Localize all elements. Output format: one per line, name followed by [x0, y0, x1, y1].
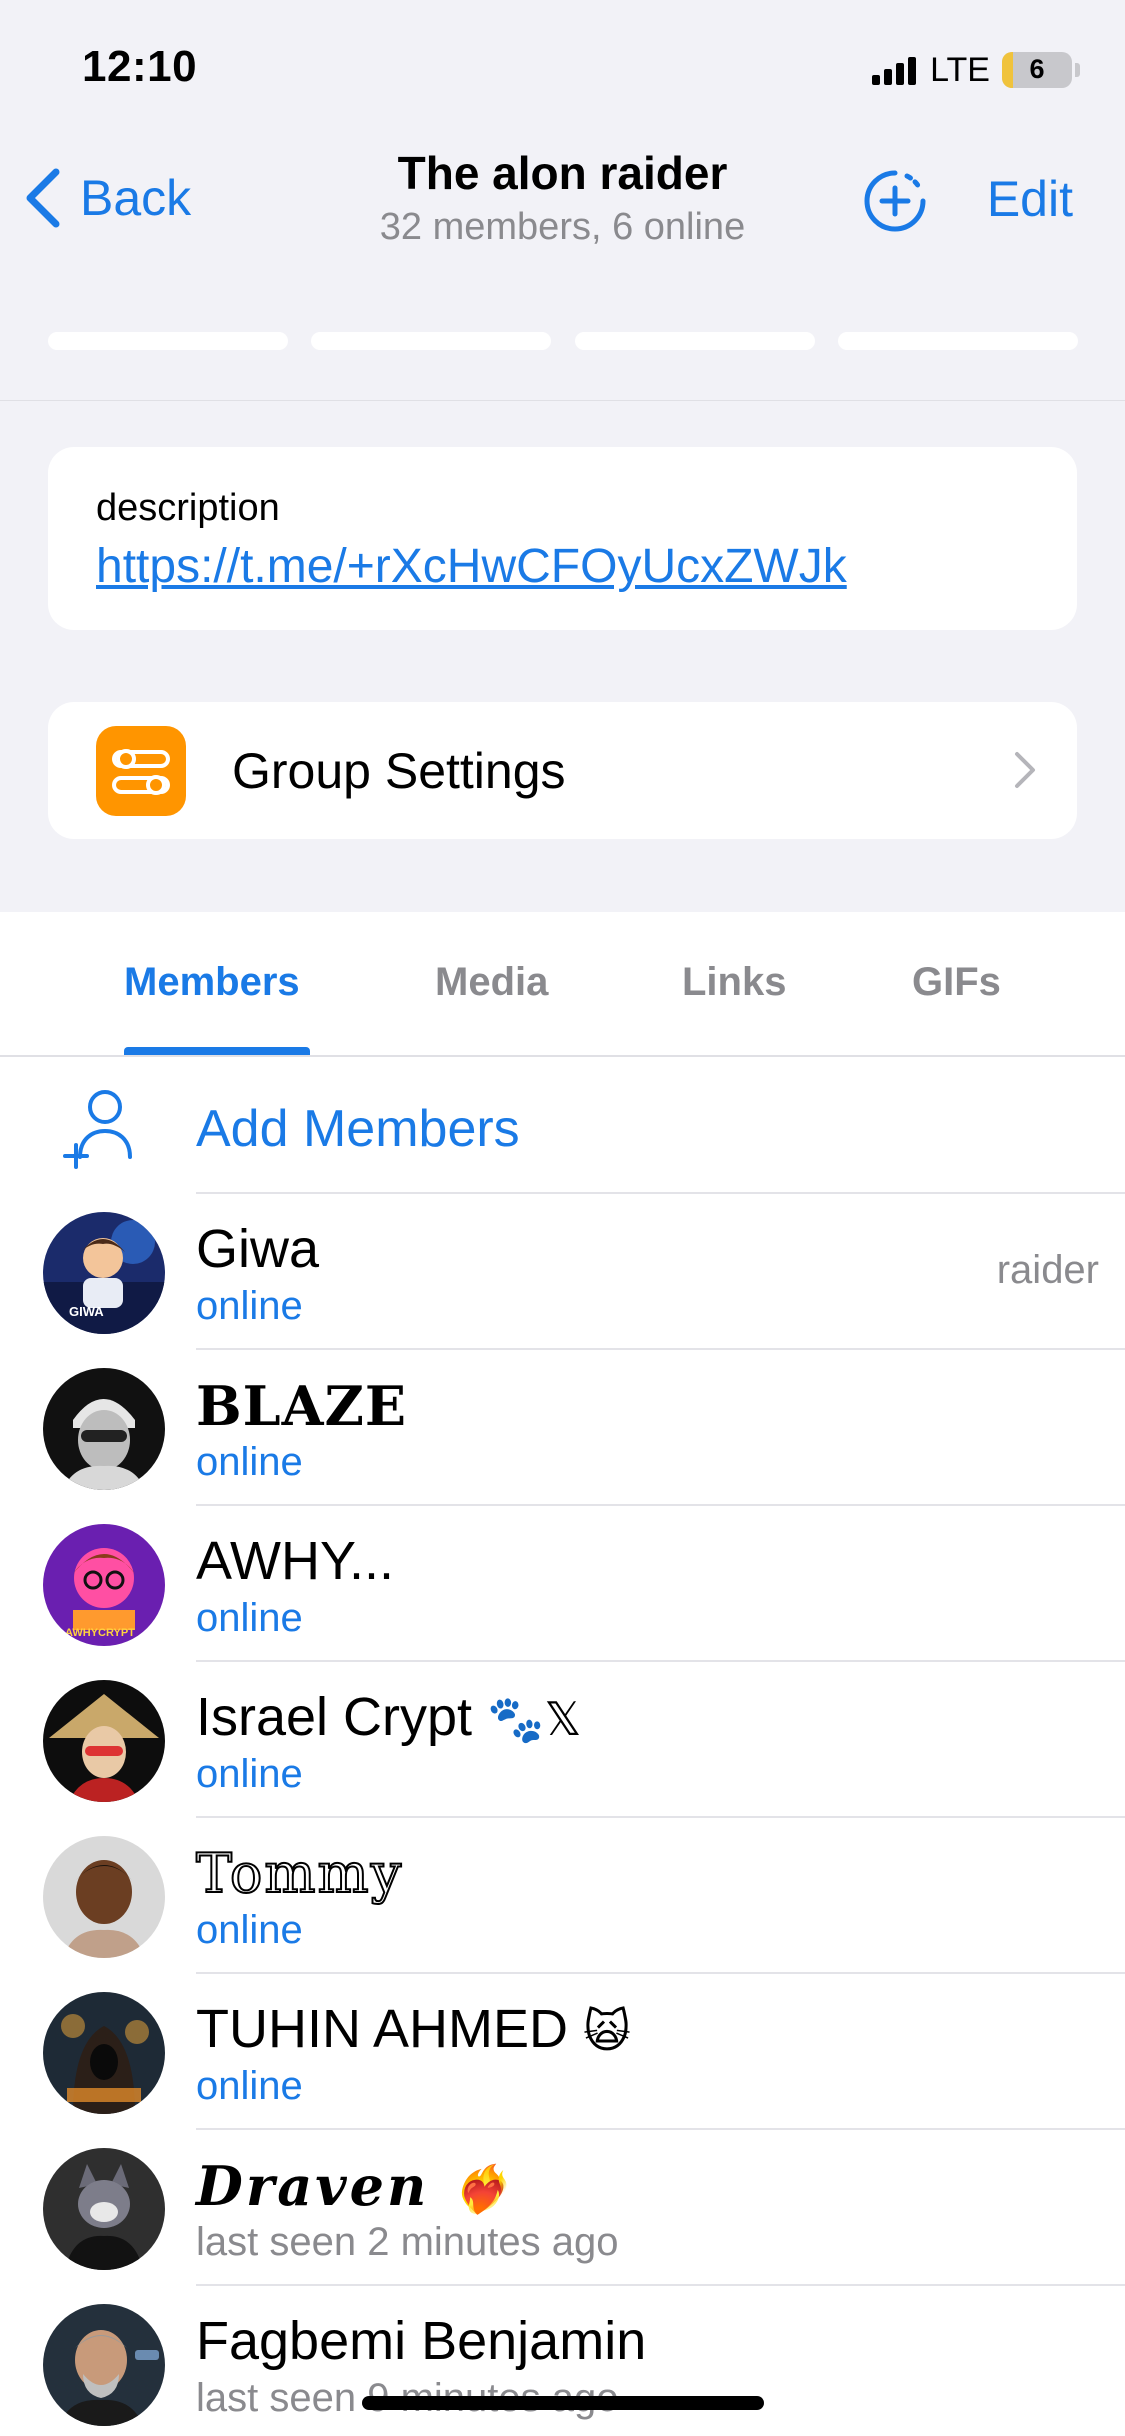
- member-status: online: [196, 1440, 303, 1484]
- members-section: Members Media Links GIFs Add Members GIW…: [0, 912, 1125, 2436]
- member-status: last seen 2 minutes ago: [196, 2220, 619, 2264]
- avatar-label: GIWA: [69, 1304, 104, 1319]
- chevron-right-icon: [1015, 752, 1035, 788]
- member-status: online: [196, 1908, 303, 1952]
- divider: [0, 400, 1125, 401]
- group-settings-label: Group Settings: [232, 743, 566, 799]
- list-item[interactable]: Israel Crypt 🐾𝕏 online: [0, 1662, 1125, 1818]
- add-members-button[interactable]: Add Members: [0, 1057, 1125, 1194]
- battery-icon: 6: [1002, 52, 1072, 88]
- tab-members[interactable]: Members: [124, 960, 300, 1005]
- avatar: [43, 1836, 165, 1958]
- member-name: Tommy: [195, 1841, 404, 1906]
- battery-level: 6: [1029, 54, 1045, 84]
- avatar: [43, 2304, 165, 2426]
- add-circle-icon[interactable]: [862, 168, 928, 234]
- action-button[interactable]: [574, 332, 815, 350]
- member-role: raider: [996, 1248, 1099, 1292]
- avatar-label: AWHYCRYPT: [65, 1627, 135, 1639]
- action-button[interactable]: [837, 332, 1078, 350]
- tab-gifs[interactable]: GIFs: [912, 960, 1001, 1005]
- avatar: [43, 2148, 165, 2270]
- avatar: [43, 1680, 165, 1802]
- action-button[interactable]: [48, 332, 288, 350]
- avatar: [43, 1992, 165, 2114]
- member-status: online: [196, 2064, 303, 2108]
- list-item[interactable]: GIWA Giwa online raider: [0, 1194, 1125, 1350]
- name-emoji: 🐾𝕏: [487, 1692, 582, 1746]
- home-indicator[interactable]: [362, 2396, 764, 2410]
- avatar: GIWA: [43, 1212, 165, 1334]
- list-item[interactable]: Draven ❤️‍🔥 last seen 2 minutes ago: [0, 2130, 1125, 2286]
- member-name: Giwa: [196, 1219, 320, 1279]
- status-indicators: LTE 6: [872, 48, 1080, 92]
- name-emoji: ❤️‍🔥: [451, 2162, 512, 2216]
- member-list: GIWA Giwa online raider BLAZE online AWH…: [0, 1194, 1125, 2436]
- list-item[interactable]: Tommy online: [0, 1818, 1125, 1974]
- list-item[interactable]: AWHYCRYPT AWHY... online: [0, 1506, 1125, 1662]
- avatar: [43, 1368, 165, 1490]
- sliders-icon: [96, 726, 186, 816]
- description-label: description: [96, 487, 280, 529]
- list-item[interactable]: BLAZE online: [0, 1350, 1125, 1506]
- member-name: Fagbemi Benjamin: [196, 2311, 647, 2371]
- edit-button[interactable]: Edit: [987, 170, 1073, 228]
- navigation-bar: Back The alon raider 32 members, 6 onlin…: [0, 130, 1125, 290]
- page-title: The alon raider: [397, 147, 728, 199]
- signal-icon: [872, 55, 920, 85]
- tab-bar: Members Media Links GIFs: [0, 912, 1125, 1057]
- description-card: description https://t.me/+rXcHwCFOyUcxZW…: [48, 447, 1077, 630]
- member-name: TUHIN AHMED 🙀: [196, 1999, 631, 2059]
- list-item[interactable]: TUHIN AHMED 🙀 online: [0, 1974, 1125, 2130]
- member-status: online: [196, 1284, 303, 1328]
- tab-links[interactable]: Links: [682, 960, 786, 1005]
- action-button[interactable]: [311, 332, 552, 350]
- active-tab-indicator: [124, 1047, 310, 1055]
- member-status: online: [196, 1596, 303, 1640]
- invite-link[interactable]: https://t.me/+rXcHwCFOyUcxZWJk: [96, 539, 847, 594]
- avatar: AWHYCRYPT: [43, 1524, 165, 1646]
- status-bar: 12:10 LTE 6: [0, 0, 1125, 130]
- add-members-label: Add Members: [196, 1100, 520, 1158]
- member-name: AWHY...: [196, 1531, 395, 1591]
- tab-media[interactable]: Media: [435, 960, 548, 1005]
- add-person-icon: [63, 1090, 132, 1169]
- member-name: BLAZE: [196, 1374, 408, 1438]
- member-name: Israel Crypt 🐾𝕏: [196, 1687, 582, 1747]
- list-item[interactable]: Fagbemi Benjamin last seen 9 minutes ago: [0, 2286, 1125, 2436]
- name-emoji: 🙀: [583, 2004, 631, 2058]
- group-settings-row[interactable]: Group Settings: [48, 702, 1077, 839]
- network-type: LTE: [930, 50, 990, 89]
- member-status: online: [196, 1752, 303, 1796]
- status-time: 12:10: [82, 42, 198, 91]
- member-count: 32 members, 6 online: [379, 206, 746, 248]
- action-buttons-row: [48, 332, 1078, 350]
- member-name: Draven ❤️‍🔥: [196, 2154, 512, 2218]
